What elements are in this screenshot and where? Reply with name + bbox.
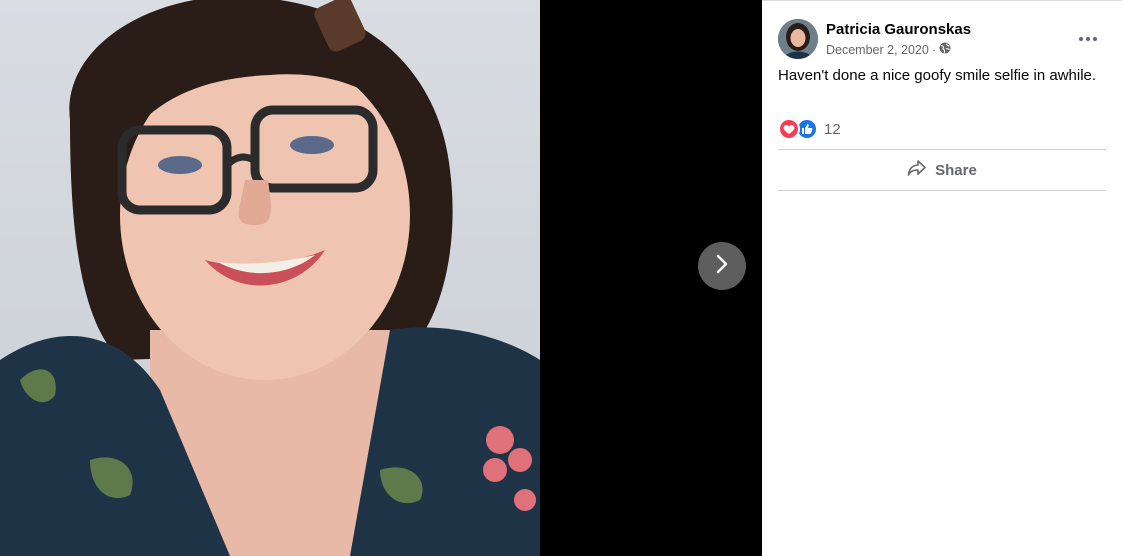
divider [778, 149, 1106, 150]
share-arrow-icon [907, 159, 927, 181]
next-photo-button[interactable] [698, 242, 746, 290]
share-button[interactable]: Share [778, 153, 1106, 187]
author-name[interactable]: Patricia Gauronskas [826, 21, 971, 38]
more-dots-icon [1079, 28, 1097, 46]
post-date[interactable]: December 2, 2020 [826, 43, 929, 57]
globe-icon [939, 42, 951, 57]
reaction-count: 12 [824, 120, 841, 138]
post-photo [0, 0, 540, 556]
divider [778, 190, 1106, 191]
love-icon [778, 118, 800, 140]
post-caption: Haven't done a nice goofy smile selfie i… [778, 67, 1097, 84]
share-label: Share [935, 161, 977, 179]
post-meta: December 2, 2020 · [826, 42, 951, 57]
meta-separator: · [931, 42, 937, 57]
chevron-right-icon [713, 253, 731, 280]
photo-viewer [0, 0, 762, 556]
more-options-button[interactable] [1070, 25, 1106, 49]
reactions-summary[interactable]: 12 [778, 118, 841, 140]
post-details-panel: Patricia Gauronskas December 2, 2020 · H… [762, 0, 1122, 556]
avatar[interactable] [778, 19, 818, 59]
